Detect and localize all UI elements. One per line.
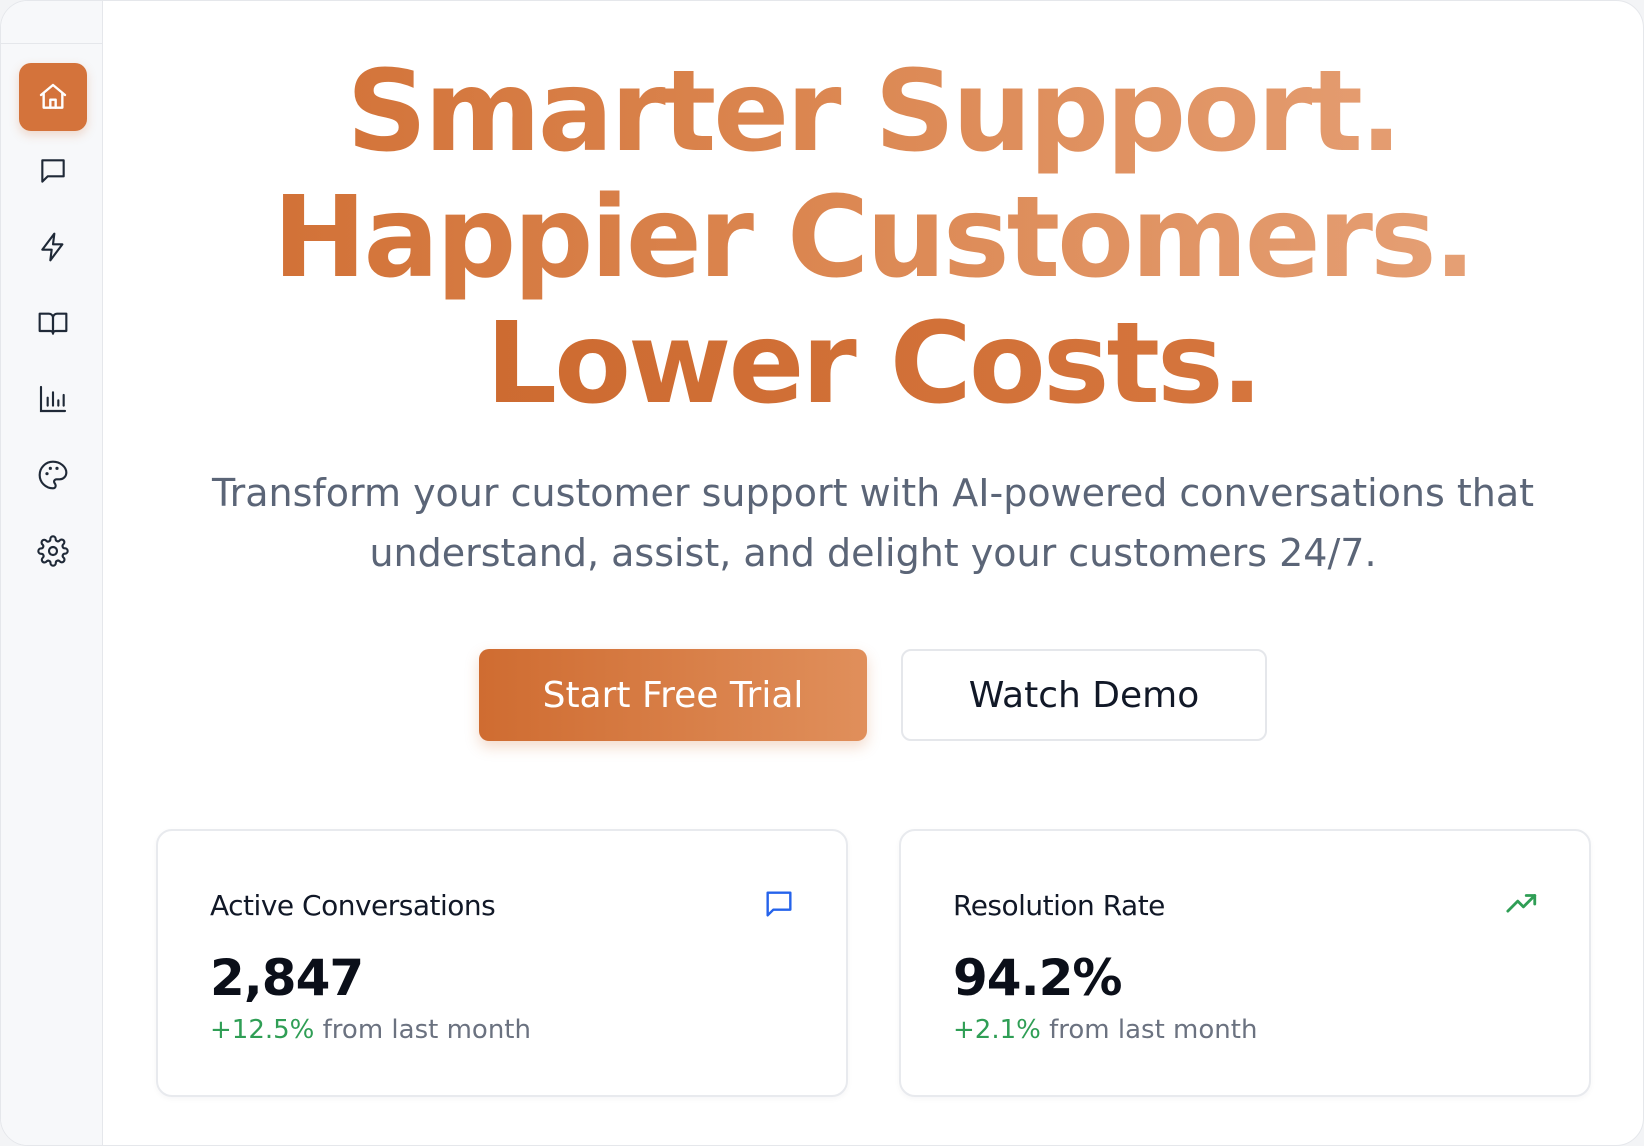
- sidebar: [1, 1, 103, 1145]
- watch-demo-button[interactable]: Watch Demo: [901, 649, 1267, 741]
- stat-card-delta-suffix: from last month: [314, 1015, 531, 1045]
- sidebar-divider: [1, 43, 102, 44]
- sidebar-item-automations[interactable]: [19, 213, 87, 281]
- sidebar-item-settings[interactable]: [19, 517, 87, 585]
- stat-card-title: Active Conversations: [210, 889, 496, 922]
- headline-line-2: Happier Customers.: [103, 175, 1643, 301]
- sidebar-item-knowledge-base[interactable]: [19, 289, 87, 357]
- sidebar-item-appearance[interactable]: [19, 441, 87, 509]
- hero-subtitle: Transform your customer support with AI-…: [211, 471, 1535, 575]
- headline-line-1: Smarter Support.: [103, 49, 1643, 175]
- stat-card-title: Resolution Rate: [953, 889, 1165, 922]
- start-free-trial-button[interactable]: Start Free Trial: [479, 649, 867, 741]
- stat-card-active-conversations: Active Conversations 2,847 +12.5% from l…: [156, 829, 848, 1097]
- gear-icon: [37, 535, 69, 567]
- stat-card-value: 2,847: [210, 949, 364, 1007]
- stat-card-value: 94.2%: [953, 949, 1122, 1007]
- stat-card-delta-suffix: from last month: [1040, 1015, 1258, 1045]
- stat-card-delta: +12.5% from last month: [210, 1015, 531, 1045]
- trending-up-icon: [1506, 894, 1537, 913]
- main-content: Smarter Support. Happier Customers. Lowe…: [103, 1, 1643, 1145]
- stat-card-resolution-rate: Resolution Rate 94.2% +2.1% from last mo…: [899, 829, 1591, 1097]
- message-icon: [41, 159, 65, 183]
- headline-line-3: Lower Costs.: [103, 301, 1643, 427]
- app-window: Smarter Support. Happier Customers. Lowe…: [0, 0, 1644, 1146]
- stat-card-delta-value: +12.5%: [210, 1015, 315, 1045]
- message-icon: [766, 891, 792, 917]
- sidebar-item-home[interactable]: [19, 63, 87, 131]
- lightning-icon: [41, 232, 64, 262]
- hero-headline: Smarter Support. Happier Customers. Lowe…: [103, 49, 1643, 427]
- stat-card-delta-value: +2.1%: [953, 1015, 1041, 1045]
- book-icon: [38, 312, 68, 335]
- palette-icon: [38, 460, 68, 490]
- home-icon: [39, 83, 67, 109]
- sidebar-item-conversations[interactable]: [19, 137, 87, 205]
- sidebar-item-analytics[interactable]: [19, 365, 87, 433]
- bar-chart-icon: [39, 385, 67, 413]
- stat-card-delta: +2.1% from last month: [953, 1015, 1257, 1045]
